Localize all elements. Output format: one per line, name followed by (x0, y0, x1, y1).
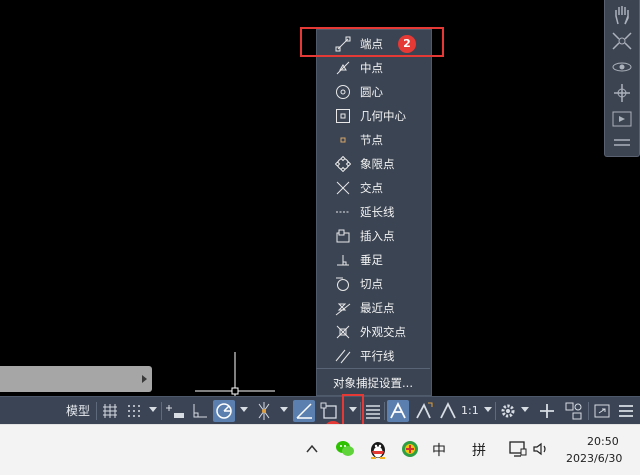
speaker-volume-icon[interactable] (532, 441, 550, 457)
annotation-highlight-dropdown (342, 394, 364, 426)
menu-item-label: 圆心 (360, 85, 383, 99)
menu-item-parallel[interactable]: 平行线 (317, 344, 431, 368)
osnap-settings-menu-item[interactable]: 对象捕捉设置... (316, 372, 430, 394)
node-icon (340, 137, 346, 143)
menu-item-insertion[interactable]: 插入点 (317, 224, 431, 248)
insertion-icon (336, 229, 350, 243)
menu-item-label: 中点 (360, 61, 383, 75)
object-snap-tracking-icon[interactable] (293, 400, 315, 422)
polar-tracking-icon[interactable] (213, 400, 235, 422)
taskbar: 中 拼 20:50 2023/6/30 (0, 424, 640, 475)
divider (495, 402, 496, 420)
isodraft-dropdown-caret-icon[interactable] (280, 407, 288, 412)
menu-item-label: 外观交点 (360, 325, 406, 339)
workspace-dropdown-caret-icon[interactable] (521, 407, 529, 412)
crosshair-cursor-icon (195, 352, 275, 396)
divider (96, 402, 97, 420)
model-space-button[interactable]: 模型 (62, 400, 94, 422)
ime-language-indicator[interactable]: 中 (432, 440, 446, 460)
pan-hand-icon[interactable] (610, 4, 634, 26)
command-line-panel[interactable] (0, 366, 152, 392)
apparent-intersection-icon (336, 325, 350, 339)
clock-date[interactable]: 2023/6/30 (566, 452, 622, 465)
qq-penguin-icon[interactable] (368, 438, 388, 460)
menu-item-intersection[interactable]: 交点 (317, 176, 431, 200)
menu-item-label: 插入点 (360, 229, 395, 243)
menu-divider (316, 368, 430, 369)
extension-icon (336, 211, 350, 213)
network-monitor-icon[interactable] (508, 440, 528, 458)
menu-item-nearest[interactable]: 最近点 (317, 296, 431, 320)
customization-menu-icon[interactable] (616, 400, 636, 422)
annotation-monitor-plus-icon[interactable] (537, 400, 557, 422)
menu-item-extension[interactable]: 延长线 (317, 200, 431, 224)
menu-item-midpoint[interactable]: 中点 (317, 56, 431, 80)
divider (588, 402, 589, 420)
annotation-scale-value[interactable]: 1:1 (461, 400, 483, 422)
geometric-center-icon (336, 109, 350, 123)
menu-item-tangent[interactable]: 切点 (317, 272, 431, 296)
isodraft-icon[interactable] (253, 400, 275, 422)
navbar-menu-icon[interactable] (610, 132, 634, 154)
divider (384, 402, 385, 420)
security-app-icon[interactable] (400, 439, 420, 459)
perpendicular-icon (337, 255, 349, 266)
menu-item-label: 切点 (360, 277, 383, 291)
menu-item-label: 最近点 (360, 301, 395, 315)
wechat-icon[interactable] (335, 439, 355, 459)
menu-item-geometric-center[interactable]: 几何中心 (317, 104, 431, 128)
navigation-bar (604, 0, 640, 157)
ortho-mode-icon[interactable] (190, 400, 210, 422)
lineweight-icon[interactable] (363, 400, 383, 422)
workspace-gear-icon[interactable] (498, 400, 518, 422)
annotation-scale-icon[interactable] (438, 400, 458, 422)
status-bar: 模型 1:1 (0, 396, 640, 425)
grid-icon[interactable] (100, 400, 120, 422)
menu-item-apparent-intersection[interactable]: 外观交点 (317, 320, 431, 344)
snap-mode-icon[interactable] (124, 400, 144, 422)
menu-item-label: 延长线 (360, 205, 395, 219)
tangent-icon (336, 277, 349, 291)
menu-item-center[interactable]: 圆心 (317, 80, 431, 104)
orbit-icon[interactable] (610, 56, 634, 78)
menu-item-label: 象限点 (360, 157, 395, 171)
center-icon (336, 85, 350, 99)
ime-mode-indicator[interactable]: 拼 (472, 440, 486, 460)
infer-constraints-icon[interactable] (165, 400, 187, 422)
menu-item-label: 平行线 (360, 349, 395, 363)
scale-dropdown-caret-icon[interactable] (484, 407, 492, 412)
menu-item-label: 节点 (360, 133, 383, 147)
object-snap-icon[interactable] (319, 400, 341, 422)
clean-screen-icon[interactable] (592, 400, 612, 422)
annotation-visibility-icon[interactable] (387, 400, 409, 422)
menu-item-label: 垂足 (360, 253, 383, 267)
showmotion-icon[interactable] (610, 108, 634, 130)
annotation-badge-2: 2 (398, 35, 416, 53)
steering-wheel-icon[interactable] (610, 82, 634, 104)
divider (161, 402, 162, 420)
isolate-objects-icon[interactable] (563, 400, 585, 422)
intersection-icon (336, 181, 350, 195)
menu-item-label: 几何中心 (360, 109, 406, 123)
auto-scale-icon[interactable] (413, 400, 435, 422)
parallel-icon (335, 349, 351, 364)
menu-item-quadrant[interactable]: 象限点 (317, 152, 431, 176)
nearest-icon (335, 303, 351, 316)
menu-item-node[interactable]: 节点 (317, 128, 431, 152)
zoom-extents-icon[interactable] (610, 30, 634, 52)
clock-time[interactable]: 20:50 (587, 435, 619, 448)
annotation-highlight-endpoint (300, 27, 444, 57)
midpoint-icon (336, 61, 350, 75)
object-snap-menu: 端点 中点 圆心 几何中心 节点 象限点 交点 延长线 插入点 垂足 切点 最近… (316, 29, 432, 396)
quadrant-icon (335, 156, 351, 172)
show-hidden-icons-chevron-icon[interactable] (305, 442, 319, 456)
polar-dropdown-caret-icon[interactable] (240, 407, 248, 412)
menu-item-perpendicular[interactable]: 垂足 (317, 248, 431, 272)
menu-item-label: 交点 (360, 181, 383, 195)
snap-dropdown-caret-icon[interactable] (149, 407, 157, 412)
collapse-arrow-icon[interactable] (142, 375, 147, 383)
